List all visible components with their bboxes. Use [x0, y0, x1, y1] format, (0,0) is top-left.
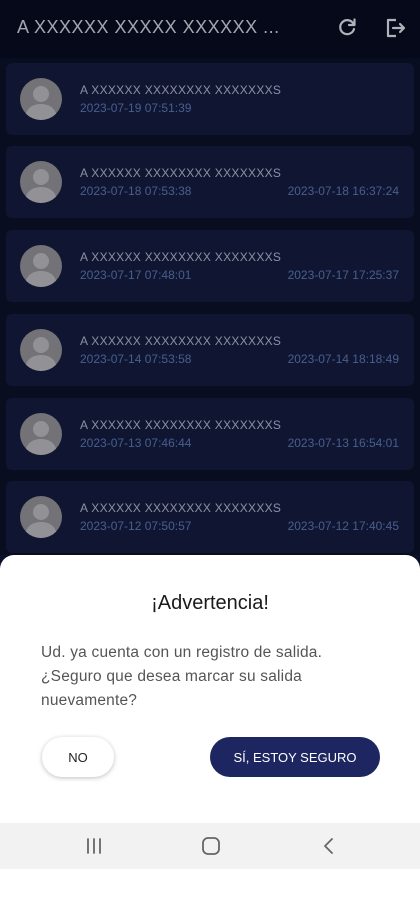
dialog-message: Ud. ya cuenta con un registro de salida.…: [41, 644, 323, 709]
dialog-scrim[interactable]: [0, 0, 420, 555]
home-button[interactable]: [199, 834, 223, 858]
confirm-button[interactable]: SÍ, ESTOY SEGURO: [210, 737, 380, 777]
recent-apps-icon: [87, 838, 101, 854]
no-button[interactable]: NO: [42, 737, 114, 777]
home-icon: [202, 837, 220, 855]
system-nav-bar: [0, 823, 420, 869]
dialog-title: ¡Advertencia!: [151, 592, 269, 614]
recent-apps-button[interactable]: [82, 834, 106, 858]
back-icon: [324, 838, 333, 854]
bottom-spacer: [0, 869, 420, 900]
back-button[interactable]: [317, 834, 341, 858]
warning-dialog: ¡Advertencia! Ud. ya cuenta con un regis…: [0, 555, 420, 823]
